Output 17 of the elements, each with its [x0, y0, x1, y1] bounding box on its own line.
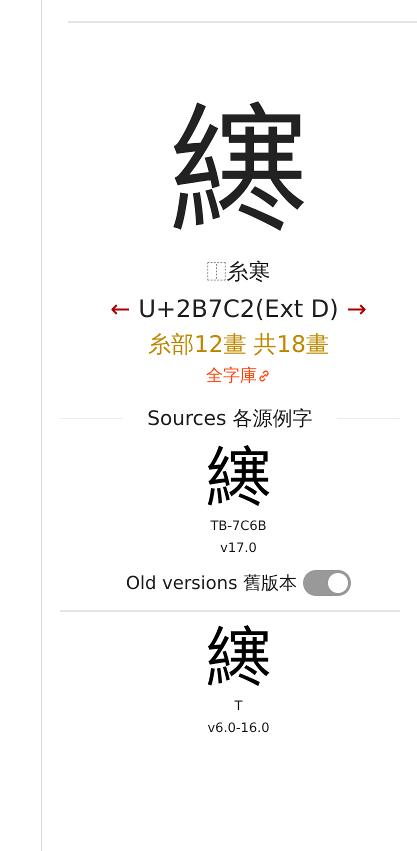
source-glyph: 𫟂 — [206, 622, 272, 696]
next-link[interactable]: → — [346, 295, 367, 323]
link-icon — [257, 368, 271, 382]
ids-symbol: ⿰ — [206, 260, 226, 284]
source-label: TB-7C6B — [210, 518, 267, 536]
section-heading: Sources 各源例字 — [147, 405, 313, 432]
version-label: v6.0-16.0 — [207, 720, 270, 738]
previous-link[interactable]: ← — [110, 295, 130, 323]
toggle-label: Old versions 舊版本 — [126, 572, 298, 595]
codepoint-text: U+2B7C2(Ext D) — [138, 295, 339, 323]
version-label: v17.0 — [220, 540, 257, 558]
component-text: 糸寒 — [226, 259, 270, 287]
character-glyph: 𫟂 — [168, 93, 308, 253]
source-glyph: 𫟂 — [206, 442, 272, 516]
source-label: T — [234, 698, 242, 716]
toggle-switch[interactable] — [303, 570, 352, 596]
stroke-count: 糸部12畫 共18畫 — [148, 331, 329, 360]
